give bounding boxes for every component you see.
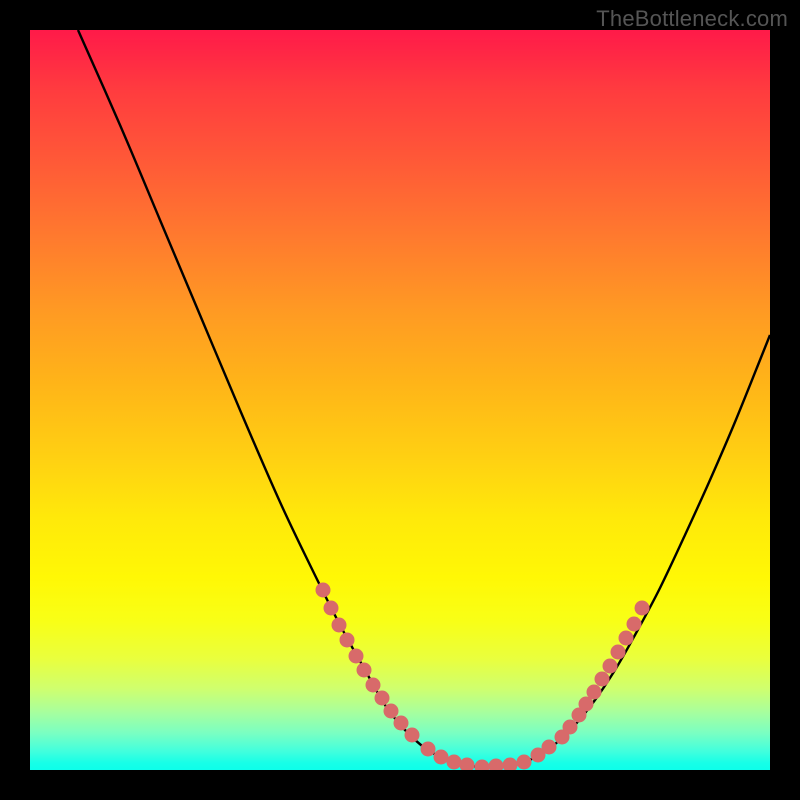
data-dot [349, 649, 364, 664]
data-dot [489, 759, 504, 771]
data-dot [611, 645, 626, 660]
data-dot [332, 618, 347, 633]
data-dot [316, 583, 331, 598]
plot-area [30, 30, 770, 770]
data-dot [542, 740, 557, 755]
data-dot [421, 742, 436, 757]
dots-left-group [316, 583, 420, 743]
data-dot [587, 685, 602, 700]
data-dot [340, 633, 355, 648]
data-dot [619, 631, 634, 646]
dots-bottom-group [421, 740, 557, 771]
data-dot [460, 758, 475, 771]
data-dot [635, 601, 650, 616]
data-dot [475, 760, 490, 771]
data-dot [394, 716, 409, 731]
data-dot [517, 755, 532, 770]
curve-line [78, 30, 770, 767]
data-dot [603, 659, 618, 674]
data-dot [366, 678, 381, 693]
data-dot [503, 758, 518, 771]
data-dot [447, 755, 462, 770]
data-dot [563, 720, 578, 735]
chart-svg [30, 30, 770, 770]
watermark-text: TheBottleneck.com [596, 6, 788, 32]
data-dot [357, 663, 372, 678]
data-dot [627, 617, 642, 632]
data-dot [384, 704, 399, 719]
chart-frame: TheBottleneck.com [0, 0, 800, 800]
dots-right-group [555, 601, 650, 745]
data-dot [375, 691, 390, 706]
data-dot [434, 750, 449, 765]
data-dot [324, 601, 339, 616]
data-dot [405, 728, 420, 743]
data-dot [595, 672, 610, 687]
